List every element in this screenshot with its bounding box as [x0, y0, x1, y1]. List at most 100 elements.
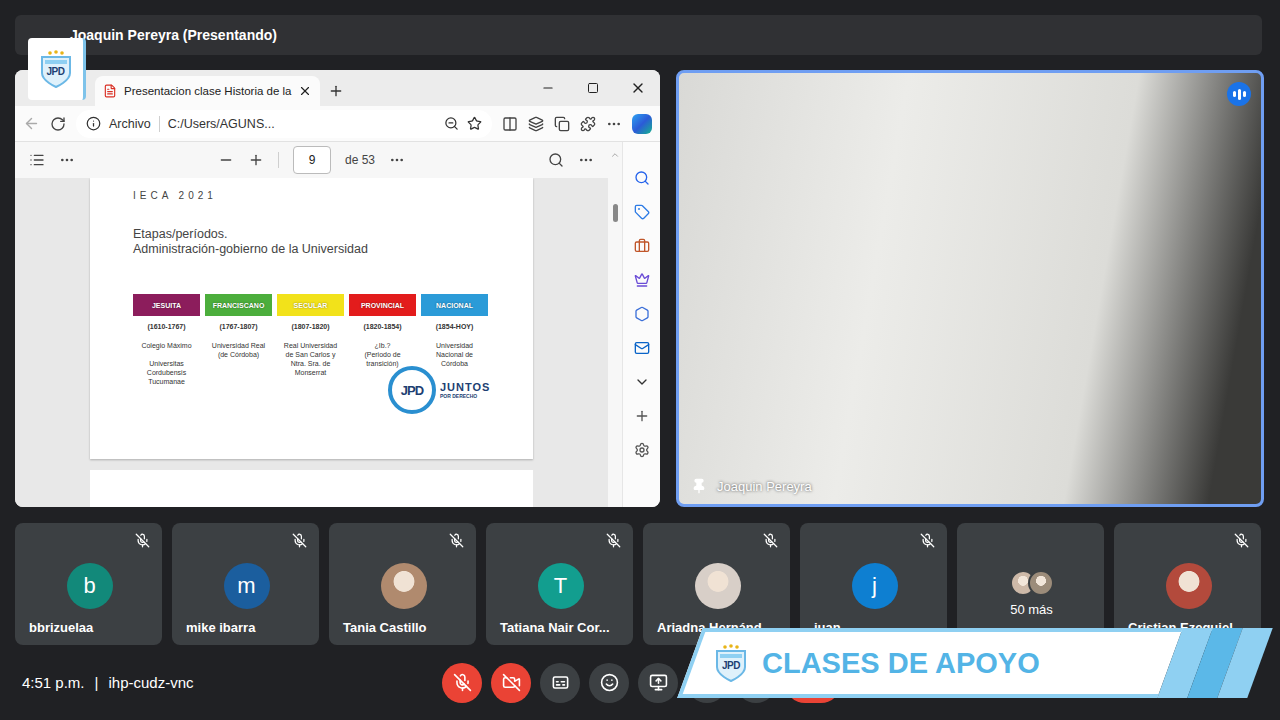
slide-title-line: Administración-gobierno de la Universida…: [133, 242, 533, 257]
participant-tile[interactable]: Tania Castillo: [329, 523, 476, 645]
channel-logo-shield: JPD: [39, 49, 73, 89]
favorites-button[interactable]: [528, 116, 544, 132]
participant-tile[interactable]: mmike ibarra: [172, 523, 319, 645]
tile-top: [186, 533, 307, 551]
captions-button[interactable]: [540, 663, 580, 703]
collections-icon: [554, 116, 570, 132]
more-horizontal-icon[interactable]: [389, 152, 405, 168]
reload-button[interactable]: [50, 116, 66, 132]
page-input[interactable]: 9: [293, 146, 331, 174]
sidebar-button[interactable]: [634, 374, 650, 390]
participant-photo: [695, 563, 741, 609]
new-tab-button[interactable]: [320, 76, 352, 106]
speaker-tile: Joaquin Pereyra: [676, 70, 1264, 507]
sidebar-button[interactable]: [634, 238, 650, 254]
presenter-label: Joaquin Pereyra (Presentando): [70, 27, 277, 43]
channel-logo: JPD: [28, 38, 86, 100]
participant-tile[interactable]: Cristian Ezequiel: [1114, 523, 1261, 645]
participant-tile[interactable]: T Tatiana Nair Cor...: [486, 523, 633, 645]
pdf-toolbar: 9de 53: [15, 142, 608, 178]
period-years: (1610-1767): [147, 323, 185, 330]
extensions-icon: [580, 116, 596, 132]
captions-icon: [551, 673, 570, 692]
meeting-time: 4:51 p.m.: [22, 674, 85, 691]
reactions-button[interactable]: [589, 663, 629, 703]
participant-strip: bbbrizuelaammike ibarraTania Castillo T Ta…: [15, 523, 1264, 645]
tile-center: [657, 551, 778, 620]
more-horizontal-icon[interactable]: [578, 152, 594, 168]
lower-third-banner: JPDCLASES DE APOYO: [690, 628, 1280, 698]
participant-tile[interactable]: bbbrizuelaa: [15, 523, 162, 645]
period-description: UniversidadNacional deCórdoba: [436, 341, 473, 368]
mic-muted-icon: [135, 533, 150, 548]
more-horizontal-icon: [606, 116, 622, 132]
period-years: (1807-1820): [291, 323, 329, 330]
minimize-icon: [541, 81, 555, 95]
copilot-icon[interactable]: [632, 114, 652, 134]
period-description: Real Universidadde San Carlos yNtra. Sra…: [284, 341, 337, 377]
sidebar-button[interactable]: [634, 408, 650, 424]
close-button[interactable]: [615, 80, 660, 96]
present-button[interactable]: [638, 663, 678, 703]
mic-off-icon: [453, 673, 472, 692]
arrow-left-icon: [23, 115, 40, 132]
camera-button[interactable]: [491, 663, 531, 703]
window-controls: [525, 70, 660, 106]
browser-content: 9de 53IECA 2021Etapas/períodos.Administr…: [15, 142, 660, 507]
scroll-up-icon[interactable]: [610, 150, 620, 160]
search-icon[interactable]: [548, 152, 564, 168]
banner-text: CLASES DE APOYO: [762, 647, 1040, 680]
edge-sidebar: [622, 142, 660, 507]
sidebar-button[interactable]: [634, 306, 650, 322]
participant-tile[interactable]: jjuan: [800, 523, 947, 645]
pin-icon[interactable]: [691, 478, 707, 494]
participant-name: Tatiana Nair Cor...: [500, 620, 621, 635]
sidebar-button[interactable]: [634, 442, 650, 458]
participant-avatar: T: [538, 563, 584, 609]
address-bar[interactable]: ArchivoC:/Users/AGUNS...: [76, 110, 492, 138]
browser-tab-bar: Presentacion clase Historia de la: [15, 70, 660, 106]
menu-button[interactable]: [606, 116, 622, 132]
zoom-in-icon[interactable]: [248, 152, 264, 168]
browser-tab[interactable]: Presentacion clase Historia de la: [95, 76, 320, 106]
sidebar-button[interactable]: [634, 170, 650, 186]
meet-screen: Joaquin Pereyra (Presentando) Presentacio…: [0, 0, 1280, 720]
scrollbar[interactable]: [608, 142, 622, 507]
collections-button[interactable]: [554, 116, 570, 132]
favorites-icon: [528, 116, 544, 132]
extensions-button[interactable]: [580, 116, 596, 132]
pdf-viewer: 9de 53IECA 2021Etapas/períodos.Administr…: [15, 142, 608, 507]
overflow-label: 50 más: [1010, 602, 1053, 617]
mic-muted-icon: [920, 533, 935, 548]
tile-top: [343, 533, 464, 551]
logo-circle: JPD: [388, 366, 436, 414]
zoom-out-icon[interactable]: [444, 116, 459, 131]
tile-top: [657, 533, 778, 551]
mic-button[interactable]: [442, 663, 482, 703]
zoom-out-icon[interactable]: [218, 152, 234, 168]
sidebar-button[interactable]: [634, 272, 650, 288]
maximize-button[interactable]: [570, 82, 615, 94]
sidebar-button[interactable]: [634, 204, 650, 220]
sidebar-button[interactable]: [634, 340, 650, 356]
period: FRANCISCANO(1767-1807)Universidad Real(d…: [205, 294, 272, 386]
close-tab-icon[interactable]: [298, 84, 312, 98]
mic-muted-icon: [1234, 533, 1249, 548]
periods: JESUITA(1610-1767)Colegio MáximoUniversi…: [133, 294, 533, 386]
slide-header: IECA 2021: [133, 190, 533, 201]
participant-tile[interactable]: 50 más: [957, 523, 1104, 645]
minimize-button[interactable]: [525, 81, 570, 95]
back-button[interactable]: [23, 115, 40, 132]
period: JESUITA(1610-1767)Colegio MáximoUniversi…: [133, 294, 200, 386]
contents-icon[interactable]: [29, 152, 45, 168]
participant-name: mike ibarra: [186, 620, 307, 635]
tile-top: [971, 533, 1092, 551]
participant-tile[interactable]: Ariadna Hernánd...: [643, 523, 790, 645]
split-button[interactable]: [502, 116, 518, 132]
presenter-bar: Joaquin Pereyra (Presentando): [15, 15, 1262, 55]
tab-title: Presentacion clase Historia de la: [124, 85, 291, 97]
office-icon: [634, 306, 650, 322]
more-horizontal-icon[interactable]: [59, 152, 75, 168]
star-icon[interactable]: [467, 116, 482, 131]
scroll-thumb[interactable]: [613, 204, 618, 222]
